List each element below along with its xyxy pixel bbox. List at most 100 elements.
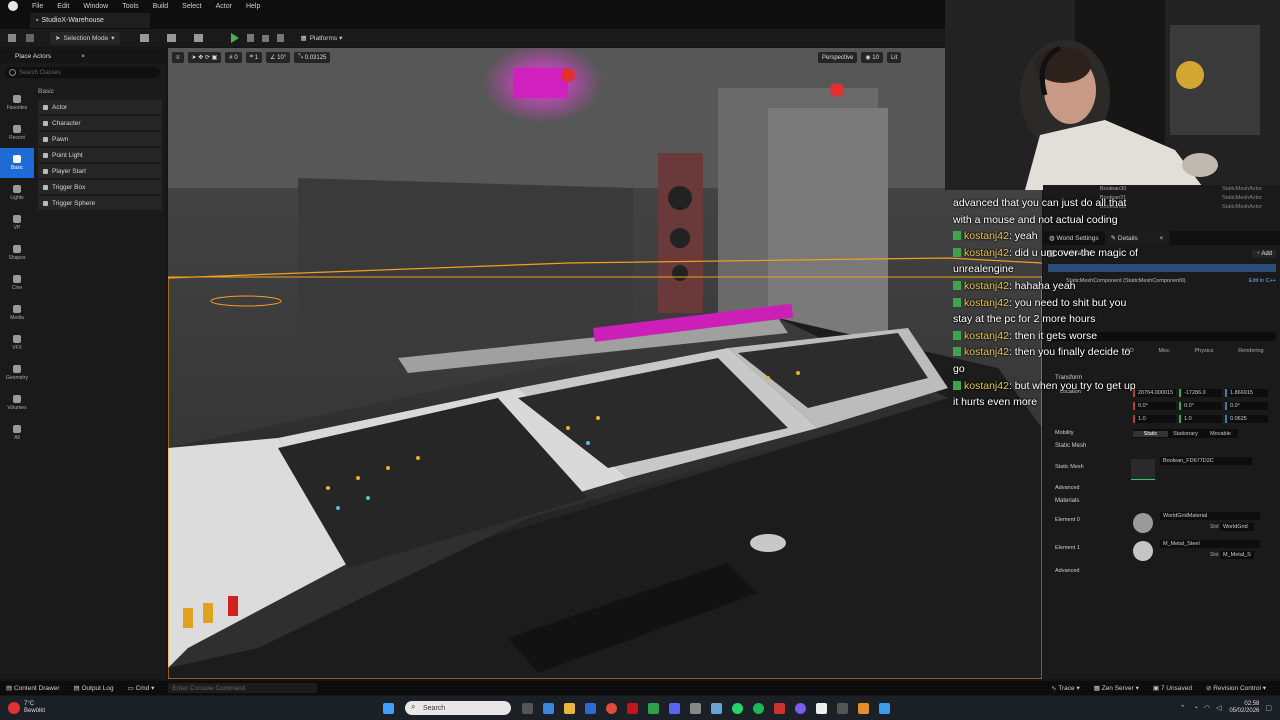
notification-icon[interactable]: ▢: [1265, 704, 1272, 712]
app-dark-icon[interactable]: [837, 702, 848, 714]
app-green-icon[interactable]: [648, 702, 659, 714]
document-tab[interactable]: ▪ StudioX-Warehouse: [30, 13, 150, 28]
volume-icon[interactable]: ◁: [1216, 704, 1221, 712]
app-lightblue-icon[interactable]: [879, 702, 890, 714]
app-orange-icon[interactable]: [858, 702, 869, 714]
weather-widget[interactable]: 7°C Bewölkt: [8, 701, 128, 715]
search-classes-input[interactable]: Search Classes: [5, 67, 160, 78]
rotation-y-field[interactable]: 0.0°: [1179, 402, 1222, 410]
unreal-taskbar-icon[interactable]: [816, 702, 827, 714]
add-actor-icon[interactable]: [139, 34, 149, 42]
platforms-dropdown[interactable]: ▦ Platforms ▾: [296, 32, 348, 45]
element1-dropdown[interactable]: M_Metal_Steel: [1160, 540, 1260, 548]
windows-start-icon[interactable]: [383, 702, 394, 714]
console-input[interactable]: Enter Console Command: [168, 683, 318, 693]
save-icon[interactable]: [8, 34, 16, 42]
category-favorites[interactable]: Favorites: [0, 88, 34, 118]
menu-select[interactable]: Select: [182, 3, 201, 10]
static-mesh-dropdown[interactable]: Boolean_FD677D2C: [1160, 457, 1252, 465]
menu-help[interactable]: Help: [246, 3, 260, 10]
category-basic[interactable]: Basic: [0, 148, 34, 178]
revision-control-button[interactable]: ⊘ Revision Control ▾: [1206, 684, 1266, 693]
grid-snap[interactable]: # 0: [225, 52, 242, 63]
close-icon[interactable]: ×: [1159, 235, 1163, 242]
copilot-icon[interactable]: [543, 702, 554, 714]
advanced-expander-materials[interactable]: Advanced: [1055, 568, 1079, 574]
category-volumes[interactable]: Volumes: [0, 388, 34, 418]
menu-edit[interactable]: Edit: [57, 3, 69, 10]
unreal-logo-icon[interactable]: [8, 1, 18, 11]
category-all[interactable]: All: [0, 418, 34, 448]
menu-tools[interactable]: Tools: [122, 3, 138, 10]
section-materials[interactable]: Materials: [1055, 498, 1079, 504]
element0-dropdown[interactable]: WorldGridMaterial: [1160, 512, 1260, 520]
perspective-dropdown[interactable]: Perspective: [818, 52, 858, 63]
filter-misc[interactable]: Misc: [1158, 348, 1169, 354]
menu-build[interactable]: Build: [153, 3, 169, 10]
app-gray-icon[interactable]: [690, 702, 701, 714]
content-icon[interactable]: [26, 34, 34, 42]
app-red-icon[interactable]: [627, 702, 638, 714]
mobility-movable[interactable]: Movable: [1203, 431, 1238, 437]
actor-item-trigger-box[interactable]: Trigger Box: [38, 180, 162, 194]
lit-dropdown[interactable]: Lit: [886, 52, 902, 63]
element1-slot-field[interactable]: M_Metal_S: [1220, 551, 1255, 559]
scale-x-field[interactable]: 1.0: [1133, 415, 1176, 423]
actor-item-actor[interactable]: Actor: [38, 100, 162, 114]
content-drawer-button[interactable]: ▤ Content Drawer: [6, 684, 60, 693]
output-log-button[interactable]: ▤ Output Log: [74, 684, 114, 693]
transform-tools[interactable]: ➤ ✥ ⟳ ▣: [187, 52, 222, 63]
viewport-options-button[interactable]: ≡: [172, 52, 184, 63]
zen-server-dropdown[interactable]: ▦ Zen Server ▾: [1094, 684, 1139, 693]
cinematics-icon[interactable]: [193, 34, 203, 42]
menu-file[interactable]: File: [32, 3, 43, 10]
app-red2-icon[interactable]: [774, 702, 785, 714]
whatsapp-icon[interactable]: [732, 702, 743, 714]
static-mesh-thumbnail[interactable]: [1131, 459, 1155, 480]
store-icon[interactable]: [585, 702, 596, 714]
trace-dropdown[interactable]: ∿ Trace ▾: [1051, 684, 1080, 693]
selection-mode-dropdown[interactable]: ➤ Selection Mode ▾: [50, 31, 120, 45]
category-geometry[interactable]: Geometry: [0, 358, 34, 388]
mobility-stationary[interactable]: Stationary: [1168, 431, 1203, 437]
material1-thumbnail[interactable]: [1133, 541, 1153, 561]
actor-item-player-start[interactable]: Player Start: [38, 164, 162, 178]
menu-window[interactable]: Window: [83, 3, 108, 10]
task-view-icon[interactable]: [522, 702, 533, 714]
actor-item-character[interactable]: Character: [38, 116, 162, 130]
chrome-icon[interactable]: [606, 702, 617, 714]
actor-item-point-light[interactable]: Point Light: [38, 148, 162, 162]
camera-speed[interactable]: ◉ 10: [861, 52, 883, 63]
category-cine[interactable]: Cine: [0, 268, 34, 298]
eject-icon[interactable]: [276, 34, 284, 42]
taskbar-search[interactable]: ⌕ Search: [405, 701, 511, 715]
tray-chevron-icon[interactable]: ⌃: [1180, 704, 1186, 712]
add-component-button[interactable]: + Add: [1252, 249, 1276, 258]
clock[interactable]: 02:58 05/02/2026: [1229, 701, 1259, 715]
file-explorer-icon[interactable]: [564, 702, 575, 714]
actor-item-trigger-sphere[interactable]: Trigger Sphere: [38, 196, 162, 210]
category-vfx[interactable]: VFX: [0, 328, 34, 358]
advanced-expander[interactable]: Advanced: [1055, 485, 1079, 491]
level-viewport[interactable]: [168, 48, 1042, 679]
wifi-icon[interactable]: ◠: [1204, 704, 1210, 712]
rotation-z-field[interactable]: 0.0°: [1225, 402, 1268, 410]
filter-physics[interactable]: Physics: [1195, 348, 1214, 354]
location-snap[interactable]: ⌗ 1: [245, 52, 263, 63]
material0-thumbnail[interactable]: [1133, 513, 1153, 533]
edit-in-cpp-link[interactable]: Edit in C++: [1249, 278, 1276, 284]
section-static-mesh[interactable]: Static Mesh: [1055, 443, 1086, 449]
filter-rendering[interactable]: Rendering: [1238, 348, 1263, 354]
location-y-field[interactable]: -17286.0: [1179, 389, 1222, 397]
element0-slot-field[interactable]: WorldGrid: [1220, 523, 1255, 531]
actor-item-pawn[interactable]: Pawn: [38, 132, 162, 146]
category-media[interactable]: Media: [0, 298, 34, 328]
unsaved-button[interactable]: ▣ 7 Unsaved: [1153, 684, 1192, 693]
app-blue-icon[interactable]: [711, 702, 722, 714]
category-lights[interactable]: Lights: [0, 178, 34, 208]
cmd-dropdown[interactable]: ▭ Cmd ▾: [128, 684, 155, 693]
blueprint-icon[interactable]: [166, 34, 176, 42]
discord-icon[interactable]: [669, 702, 680, 714]
scale-z-field[interactable]: 0.0625: [1225, 415, 1268, 423]
location-z-field[interactable]: 1.866915: [1225, 389, 1268, 397]
